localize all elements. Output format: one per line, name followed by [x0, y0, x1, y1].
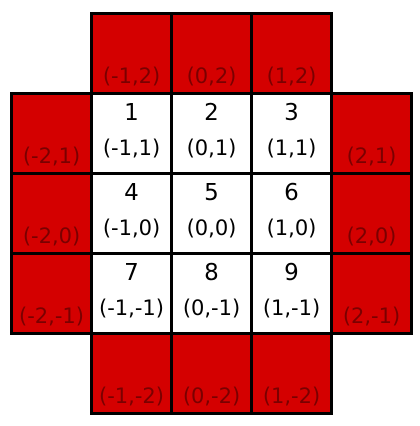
cell-coordinate-label: (-1,2)	[102, 64, 161, 88]
boundary-cell-top-1: (-1,2)	[90, 12, 173, 95]
cell-number: 9	[284, 260, 299, 286]
boundary-cell-bottom-2: (0,-2)	[170, 332, 253, 415]
cell-coordinate-label: (-1,0)	[102, 216, 161, 240]
grid-cell-cell-1: 1 (-1,1)	[90, 92, 173, 175]
grid-cell-cell-6: 6 (1,0)	[250, 172, 333, 255]
cell-number: 1	[124, 100, 139, 126]
grid-cell-cell-2: 2 (0,1)	[170, 92, 253, 175]
stencil-grid-diagram: (-1,2) (0,2) (1,2) (-2,1) 1 (-1,1) 2 (0,1) 3 (1,1…	[0, 0, 420, 426]
cell-coordinate-label: (-2,1)	[22, 144, 81, 168]
cell-coordinate-label: (-1,-2)	[99, 384, 164, 408]
grid-cell-cell-8: 8 (0,-1)	[170, 252, 253, 335]
boundary-cell-top-2: (0,2)	[170, 12, 253, 95]
cell-coordinate-label: (-2,-1)	[19, 304, 84, 328]
boundary-cell-bottom-1: (-1,-2)	[90, 332, 173, 415]
boundary-cell-left-2: (-2,0)	[10, 172, 93, 255]
cell-number: 5	[204, 180, 219, 206]
cell-number: 3	[284, 100, 299, 126]
boundary-cell-bottom-3: (1,-2)	[250, 332, 333, 415]
cell-number: 2	[204, 100, 219, 126]
boundary-cell-right-1: (2,1)	[330, 92, 413, 175]
cell-coordinate-label: (0,2)	[186, 64, 237, 88]
cell-number: 4	[124, 180, 139, 206]
grid-cell-cell-4: 4 (-1,0)	[90, 172, 173, 255]
cell-coordinate-label: (1,-1)	[262, 296, 321, 320]
boundary-cell-left-1: (-2,1)	[10, 92, 93, 175]
cell-coordinate-label: (1,-2)	[262, 384, 321, 408]
cell-coordinate-label: (1,2)	[266, 64, 317, 88]
cell-coordinate-label: (-1,-1)	[99, 296, 164, 320]
grid-cell-cell-3: 3 (1,1)	[250, 92, 333, 175]
cell-coordinate-label: (2,1)	[346, 144, 397, 168]
cell-coordinate-label: (2,-1)	[342, 304, 401, 328]
boundary-cell-left-3: (-2,-1)	[10, 252, 93, 335]
cell-number: 8	[204, 260, 219, 286]
boundary-cell-right-3: (2,-1)	[330, 252, 413, 335]
cell-coordinate-label: (0,1)	[186, 136, 237, 160]
boundary-cell-top-3: (1,2)	[250, 12, 333, 95]
cell-number: 6	[284, 180, 299, 206]
cell-coordinate-label: (1,0)	[266, 216, 317, 240]
cell-coordinate-label: (-2,0)	[22, 224, 81, 248]
grid-cell-cell-7: 7 (-1,-1)	[90, 252, 173, 335]
cell-coordinate-label: (1,1)	[266, 136, 317, 160]
cell-coordinate-label: (0,-1)	[182, 296, 241, 320]
cell-coordinate-label: (0,0)	[186, 216, 237, 240]
cell-coordinate-label: (0,-2)	[182, 384, 241, 408]
boundary-cell-right-2: (2,0)	[330, 172, 413, 255]
cell-coordinate-label: (2,0)	[346, 224, 397, 248]
grid-cell-cell-9: 9 (1,-1)	[250, 252, 333, 335]
cell-coordinate-label: (-1,1)	[102, 136, 161, 160]
cell-number: 7	[124, 260, 139, 286]
grid-cell-cell-5: 5 (0,0)	[170, 172, 253, 255]
